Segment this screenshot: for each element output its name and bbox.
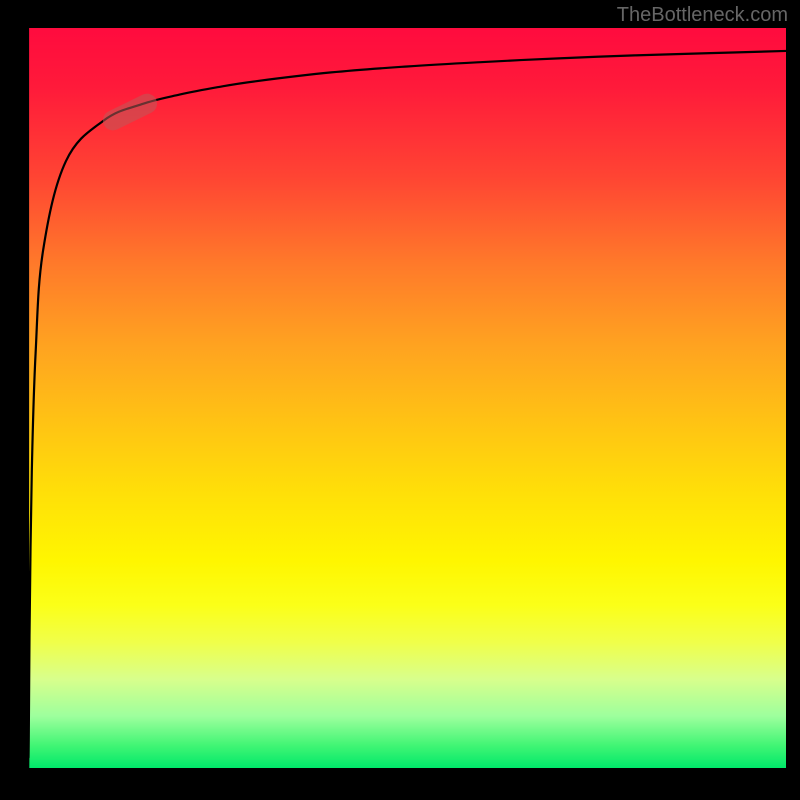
bottleneck-curve [28, 28, 786, 768]
chart-plot-area [28, 28, 786, 768]
chart-svg [28, 28, 786, 768]
watermark-text: TheBottleneck.com [617, 4, 788, 27]
